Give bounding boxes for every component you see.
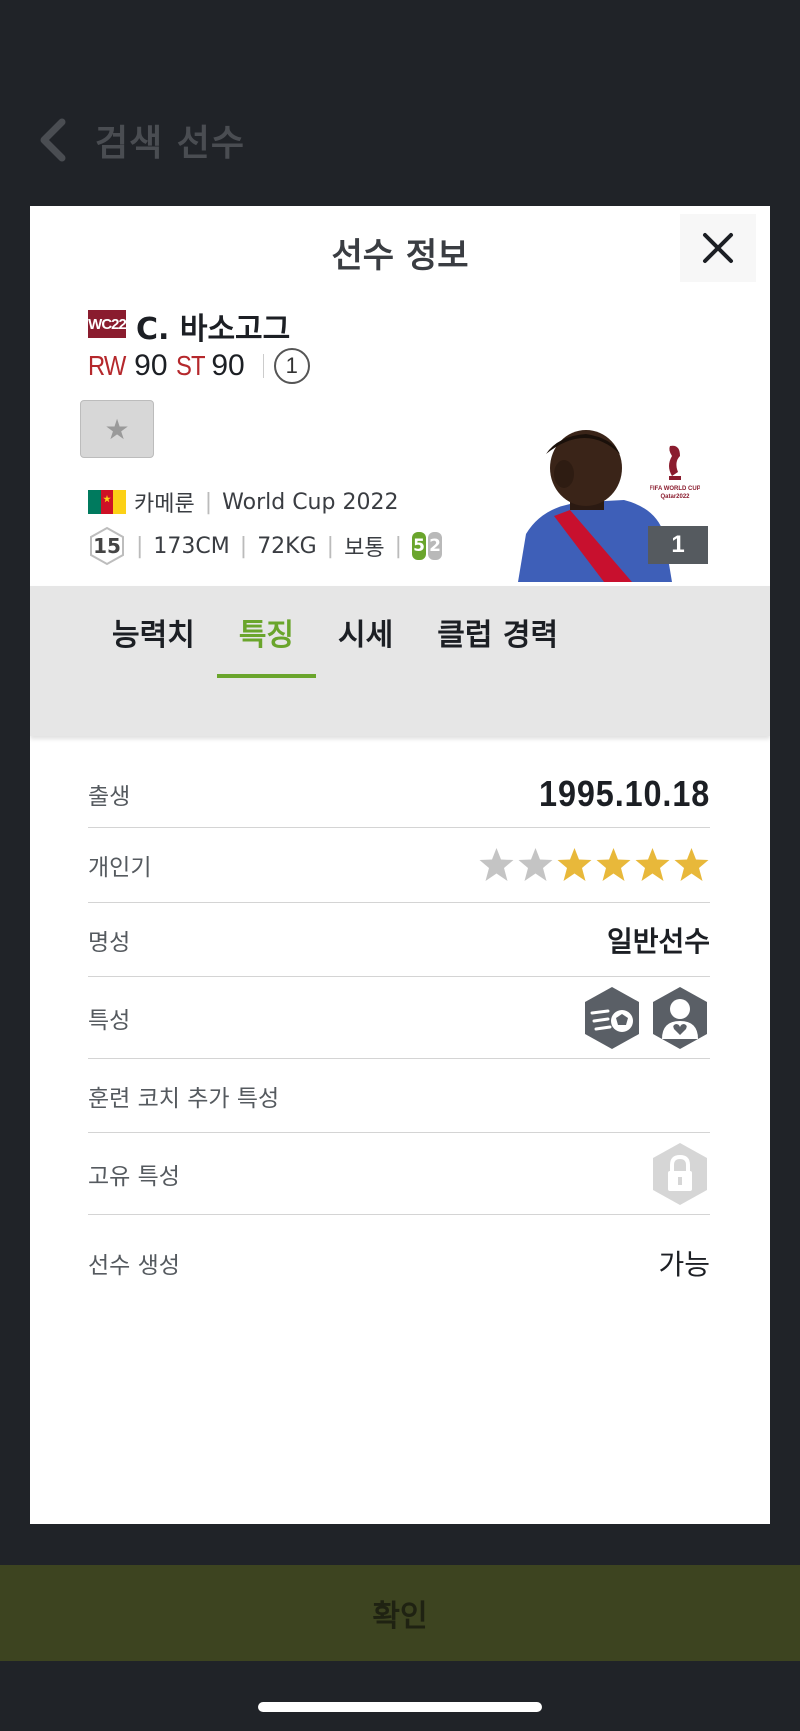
weight: 72KG (257, 533, 317, 559)
strong-foot: 5 (411, 532, 426, 560)
birth-label: 출생 (88, 783, 131, 810)
close-icon (703, 233, 733, 263)
position-ratings: RW 90 ST 90 1 (88, 348, 310, 384)
svg-text:FIFA WORLD CUP: FIFA WORLD CUP (650, 486, 700, 492)
position-rating-st: ST 90 (176, 349, 253, 383)
position-ovr: 90 (134, 349, 168, 382)
cameroon-flag-icon (88, 490, 127, 514)
coach-traits-label: 훈련 코치 추가 특성 (88, 1085, 280, 1112)
position-ovr: 90 (211, 349, 245, 382)
back-chevron-icon[interactable] (36, 118, 70, 162)
position-label: ST (175, 350, 206, 381)
info-list: 출생 1995.10.18 개인기 명성 일반선수 특성 훈련 코치 추가 특성… (88, 760, 710, 1311)
star-empty-icon (518, 848, 553, 881)
info-row-creation: 선수 생성 가능 (88, 1215, 710, 1311)
physical-stats-row: 15 | 173CM | 72KG | 보통 | 5 2 (88, 526, 442, 566)
team-player-trait-icon[interactable] (650, 985, 710, 1051)
jersey-number-text: 15 (93, 534, 121, 558)
nation-season-row: 카메룬 | World Cup 2022 (88, 486, 398, 518)
creation-value: 가능 (658, 1248, 710, 1281)
info-row-traits: 특성 (88, 977, 710, 1059)
trait-icons (582, 985, 710, 1051)
star-empty-icon (479, 848, 514, 881)
season-name: World Cup 2022 (222, 489, 399, 515)
info-row-coach-traits: 훈련 코치 추가 특성 (88, 1059, 710, 1133)
home-indicator[interactable] (258, 1702, 542, 1712)
nation-name: 카메룬 (134, 492, 195, 517)
player-info-modal: 선수 정보 WC22 C. 바소고그 RW 90 ST 90 1 ★ 카메룬 | (30, 206, 770, 1524)
body-type: 보통 (344, 536, 385, 561)
modal-title: 선수 정보 (331, 236, 469, 276)
enhancement-grade: 1 (273, 348, 310, 384)
background-page-title: 검색 선수 (95, 123, 246, 164)
level-badge: 1 (648, 526, 708, 564)
star-icon: ★ (104, 412, 130, 446)
info-row-birth: 출생 1995.10.18 (88, 760, 710, 828)
height: 173CM (153, 533, 230, 559)
info-row-unique-traits: 고유 특성 (88, 1133, 710, 1215)
traits-label: 특성 (88, 1007, 131, 1034)
close-button[interactable] (680, 214, 756, 282)
weak-foot: 2 (427, 532, 442, 560)
world-cup-logo: FIFA WORLD CUP Qatar2022 (650, 445, 700, 500)
info-row-popularity: 개인기 (88, 828, 710, 903)
star-filled-icon (674, 848, 709, 881)
svg-text:Qatar2022: Qatar2022 (660, 494, 690, 500)
separator: | (204, 489, 213, 515)
divider (262, 354, 264, 378)
lock-icon (653, 1142, 707, 1205)
tab-market-price[interactable]: 시세 (316, 590, 415, 678)
creation-label: 선수 생성 (88, 1253, 180, 1279)
player-name: C. 바소고그 (136, 312, 291, 347)
separator: | (136, 533, 144, 559)
reputation-label: 명성 (88, 929, 131, 956)
info-row-reputation: 명성 일반선수 (88, 903, 710, 977)
confirm-button[interactable]: 확인 (0, 1565, 800, 1661)
popularity-label: 개인기 (88, 855, 152, 881)
popularity-stars (478, 847, 710, 883)
confirm-label: 확인 (372, 1599, 428, 1634)
speed-dribbler-trait-icon[interactable] (582, 985, 642, 1051)
jersey-number: 15 (88, 526, 126, 566)
foot-rating: 5 2 (411, 532, 442, 560)
birth-value: 1995.10.18 (538, 772, 710, 814)
tab-traits[interactable]: 특징 (216, 590, 317, 678)
favorite-button[interactable]: ★ (80, 400, 154, 458)
tab-club-history[interactable]: 클럽 경력 (415, 590, 580, 678)
unique-traits-label: 고유 특성 (88, 1163, 180, 1190)
position-rating-rw: RW 90 (88, 349, 176, 383)
separator: | (239, 533, 248, 559)
separator: | (326, 533, 335, 559)
position-label: RW (88, 350, 126, 381)
separator: | (394, 533, 402, 559)
season-badge: WC22 (88, 310, 127, 338)
tab-stats[interactable]: 능력치 (90, 590, 217, 678)
star-filled-icon (596, 848, 631, 881)
reputation-value: 일반선수 (606, 924, 710, 958)
tabs: 능력치 특징 시세 클럽 경력 (90, 590, 580, 678)
star-filled-icon (635, 848, 670, 881)
star-filled-icon (557, 848, 592, 881)
